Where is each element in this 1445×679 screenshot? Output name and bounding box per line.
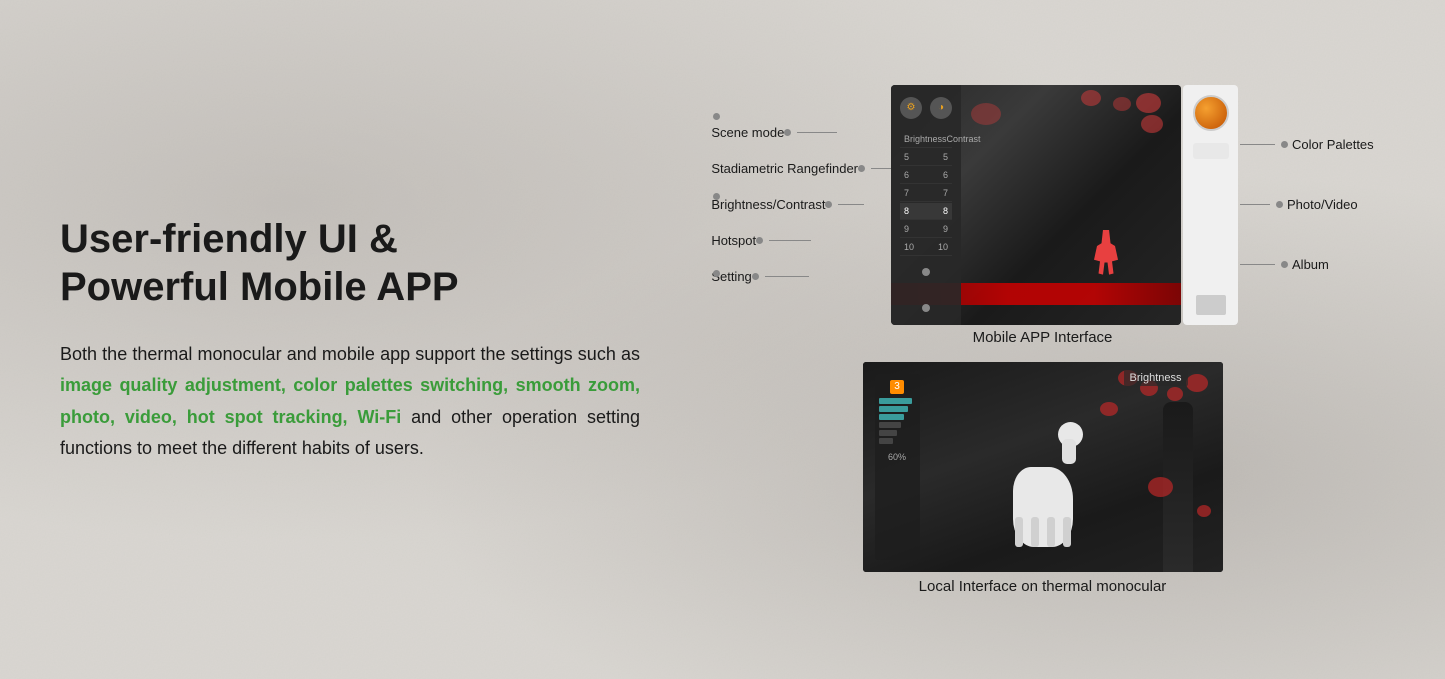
right-labels: Color Palettes Photo/Video Album (1240, 115, 1374, 295)
body-text: Both the thermal monocular and mobile ap… (60, 339, 640, 465)
t-blob-6 (1148, 477, 1173, 497)
menu-row-6: 66 (900, 167, 952, 184)
dot-stad (858, 165, 865, 172)
menu-icon-settings: ⚙ (900, 97, 922, 119)
deer-legs (1015, 517, 1071, 547)
phone-circle-button (1193, 95, 1229, 131)
walker-body (1091, 230, 1121, 285)
thermal-blob-1 (1136, 93, 1161, 113)
dot-setting (752, 273, 759, 280)
t-blob-1 (1186, 374, 1208, 392)
bp-bar-3 (879, 414, 905, 420)
label-setting: Setting (711, 259, 893, 295)
menu-row-7: 77 (900, 185, 952, 202)
dot-scene (784, 129, 791, 136)
thermal-blob-4 (971, 103, 1001, 125)
deer-leg-3 (1047, 517, 1055, 547)
app-screenshot: ⚙ ◑ BrightnessContrast 55 66 77 88 99 10… (891, 85, 1181, 325)
brightness-panel: 3 60% (875, 374, 920, 560)
heading-line1: User-friendly UI & (60, 217, 398, 261)
label-scene-mode: Scene mode (711, 115, 893, 151)
thermal-blob-5 (1141, 115, 1163, 133)
label-color-palettes: Color Palettes (1240, 115, 1374, 175)
rdot-cp (1281, 141, 1288, 148)
menu-icons-row: ⚙ ◑ (900, 97, 952, 119)
thermal-photo: Brightness 3 60% (863, 362, 1223, 572)
menu-row-5: 55 (900, 149, 952, 166)
label-hotspot: Hotspot (711, 223, 893, 259)
rdot-pv (1276, 201, 1283, 208)
phone-record-btn (1193, 143, 1229, 159)
label-photo-video: Photo/Video (1240, 175, 1374, 235)
t-blob-2 (1167, 387, 1183, 401)
bottom-diagram: Brightness 3 60% Local Interface on th (863, 362, 1223, 595)
hotspot-indicator (922, 268, 930, 276)
phone-ui-panel (1183, 85, 1238, 325)
bp-bar-2 (879, 406, 909, 412)
right-dot-album (713, 270, 720, 277)
left-section: User-friendly UI & Powerful Mobile APP B… (60, 215, 700, 465)
bp-percent: 60% (888, 452, 906, 462)
label-brightness: Brightness/Contrast (711, 187, 893, 223)
top-diagram-caption: Mobile APP Interface (973, 329, 1113, 346)
page-container: User-friendly UI & Powerful Mobile APP B… (0, 0, 1445, 679)
bp-number: 3 (890, 380, 904, 394)
deer-leg-2 (1031, 517, 1039, 547)
left-labels: Scene mode Stadiametric Rangefinder Brig… (711, 115, 893, 295)
setting-indicator (922, 304, 930, 312)
bp-bar-5 (879, 430, 898, 436)
t-blob-5 (1197, 505, 1211, 517)
deer-silhouette (998, 417, 1088, 547)
bp-bar-4 (879, 422, 901, 428)
thermal-blob-3 (1081, 90, 1101, 106)
right-dot-cp (713, 113, 720, 120)
menu-row-header: BrightnessContrast (900, 131, 952, 148)
heading-line2: Powerful Mobile APP (60, 265, 459, 309)
main-heading: User-friendly UI & Powerful Mobile APP (60, 215, 640, 311)
menu-icon-contrast: ◑ (930, 97, 952, 119)
deer-leg-4 (1063, 517, 1071, 547)
phone-album-icon (1196, 295, 1226, 315)
app-menu: ⚙ ◑ BrightnessContrast 55 66 77 88 99 10… (891, 85, 961, 325)
rdot-album (1281, 261, 1288, 268)
t-blob-7 (1100, 402, 1118, 416)
right-section: Scene mode Stadiametric Rangefinder Brig… (700, 85, 1385, 595)
label-album: Album (1240, 235, 1374, 295)
deer-neck (1062, 439, 1076, 464)
thermal-blob-2 (1113, 97, 1131, 111)
top-diagram-inner: Scene mode Stadiametric Rangefinder Brig… (711, 85, 1373, 325)
bp-bar-1 (879, 398, 912, 404)
brightness-label: Brightness (1124, 370, 1188, 386)
bottom-diagram-caption: Local Interface on thermal monocular (919, 578, 1167, 595)
bp-bars (879, 398, 916, 444)
dot-hotspot (756, 237, 763, 244)
menu-row-8: 88 (900, 203, 952, 220)
menu-grid: BrightnessContrast 55 66 77 88 99 1010 (900, 131, 952, 256)
right-dot-pv (713, 193, 720, 200)
bp-bar-6 (879, 438, 894, 444)
body-text-before: Both the thermal monocular and mobile ap… (60, 344, 640, 364)
menu-row-10: 1010 (900, 239, 952, 256)
top-diagram: Scene mode Stadiametric Rangefinder Brig… (711, 85, 1373, 346)
label-stadiametric: Stadiametric Rangefinder (711, 151, 893, 187)
deer-leg-1 (1015, 517, 1023, 547)
menu-row-9: 99 (900, 221, 952, 238)
walker-silhouette (1091, 230, 1121, 285)
dot-bright (825, 201, 832, 208)
